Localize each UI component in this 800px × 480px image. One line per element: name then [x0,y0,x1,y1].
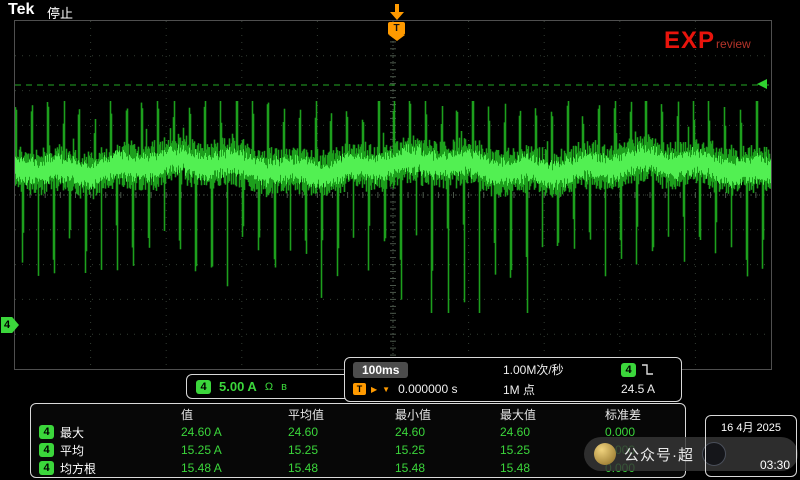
measurement-max: 15.25 [484,443,589,457]
channel-badge[interactable]: 4 [196,380,211,394]
measurement-mean: 15.48 [272,461,379,475]
measurement-max: 15.48 [484,461,589,475]
falling-edge-icon [641,363,654,376]
col-header-min: 最小值 [379,406,484,423]
col-header-stddev: 标准差 [589,406,683,423]
record-length: 1M 点 [503,381,621,398]
col-header-value: 值 [165,406,272,423]
measurement-max: 24.60 [484,425,589,439]
measurement-value: 15.25 A [165,443,272,457]
measurement-name: 最大 [60,424,84,441]
logo-bold-text: EXP [664,27,715,54]
trigger-t-label: T [388,22,405,35]
date-text: 16 4月 2025 [711,419,791,435]
measurement-table: 值 平均值 最小值 最大值 标准差 4 最大 24.60 A 24.60 24.… [30,403,686,478]
trigger-source-cell: 4 [621,363,673,377]
acquisition-panel: 100ms 1.00M次/秒 4 T ▶ ▼ 0.000000 s 1M 点 2… [344,357,682,402]
impedance-icon: Ω [265,381,273,393]
logo-light-text: review [716,37,751,51]
measurement-mean: 15.25 [272,443,379,457]
measurement-min: 15.25 [379,443,484,457]
measurement-min: 15.48 [379,461,484,475]
measurement-row-label: 4 均方根 [33,460,165,477]
measurement-row-label: 4 平均 [33,442,165,459]
sample-rate: 1.00M次/秒 [503,361,621,378]
trigger-flag-tip [389,35,405,41]
graticule[interactable] [14,20,772,370]
timebase[interactable]: 100ms [353,362,408,378]
channel-badge: 4 [39,443,54,457]
trigger-position-value: 0.000000 s [398,382,457,396]
time-text: 03:30 [760,458,790,472]
channel-badge: 4 [39,461,54,475]
oscilloscope-screen: Tek 停止 EXPreview T 4 4 5.00 A Ω ʙ 100ms … [0,0,800,480]
trigger-source-badge[interactable]: 4 [621,363,636,377]
waveform-display[interactable] [15,21,771,369]
arrow-right-icon: ▶ [371,385,377,394]
bandwidth-icon: ʙ [281,381,287,393]
trigger-position-marker[interactable]: T [388,22,405,41]
col-header-max: 最大值 [484,406,589,423]
measurement-name: 均方根 [60,460,96,477]
expreview-logo: EXPreview [664,27,751,55]
channel-badge: 4 [39,425,54,439]
measurement-name: 平均 [60,442,84,459]
expansion-point-icon [390,4,404,20]
arrow-down-icon [390,12,404,20]
brand-logo: Tek [8,1,34,19]
arrow-down-icon: ▼ [382,385,390,394]
timebase-cell: 100ms [353,363,503,377]
acquisition-status: 停止 [47,3,73,22]
channel-scale: 5.00 A [219,379,257,394]
measurement-value: 24.60 A [165,425,272,439]
trigger-position-cell: T ▶ ▼ 0.000000 s [353,382,503,396]
channel-readout[interactable]: 4 5.00 A Ω ʙ [186,374,358,399]
col-header-mean: 平均值 [272,406,379,423]
trigger-level-arrow-icon[interactable] [757,79,767,89]
datetime-panel: 16 4月 2025 03:30 [705,415,797,477]
trigger-level-value: 24.5 A [621,382,673,396]
measurement-mean: 24.60 [272,425,379,439]
measurement-value: 15.48 A [165,461,272,475]
trigger-t-icon: T [353,383,366,395]
measurement-min: 24.60 [379,425,484,439]
watermark-text: 公众号·超 [624,444,694,465]
measurement-row-label: 4 最大 [33,424,165,441]
arrow-stem [395,4,399,12]
emoji-icon [594,443,616,465]
